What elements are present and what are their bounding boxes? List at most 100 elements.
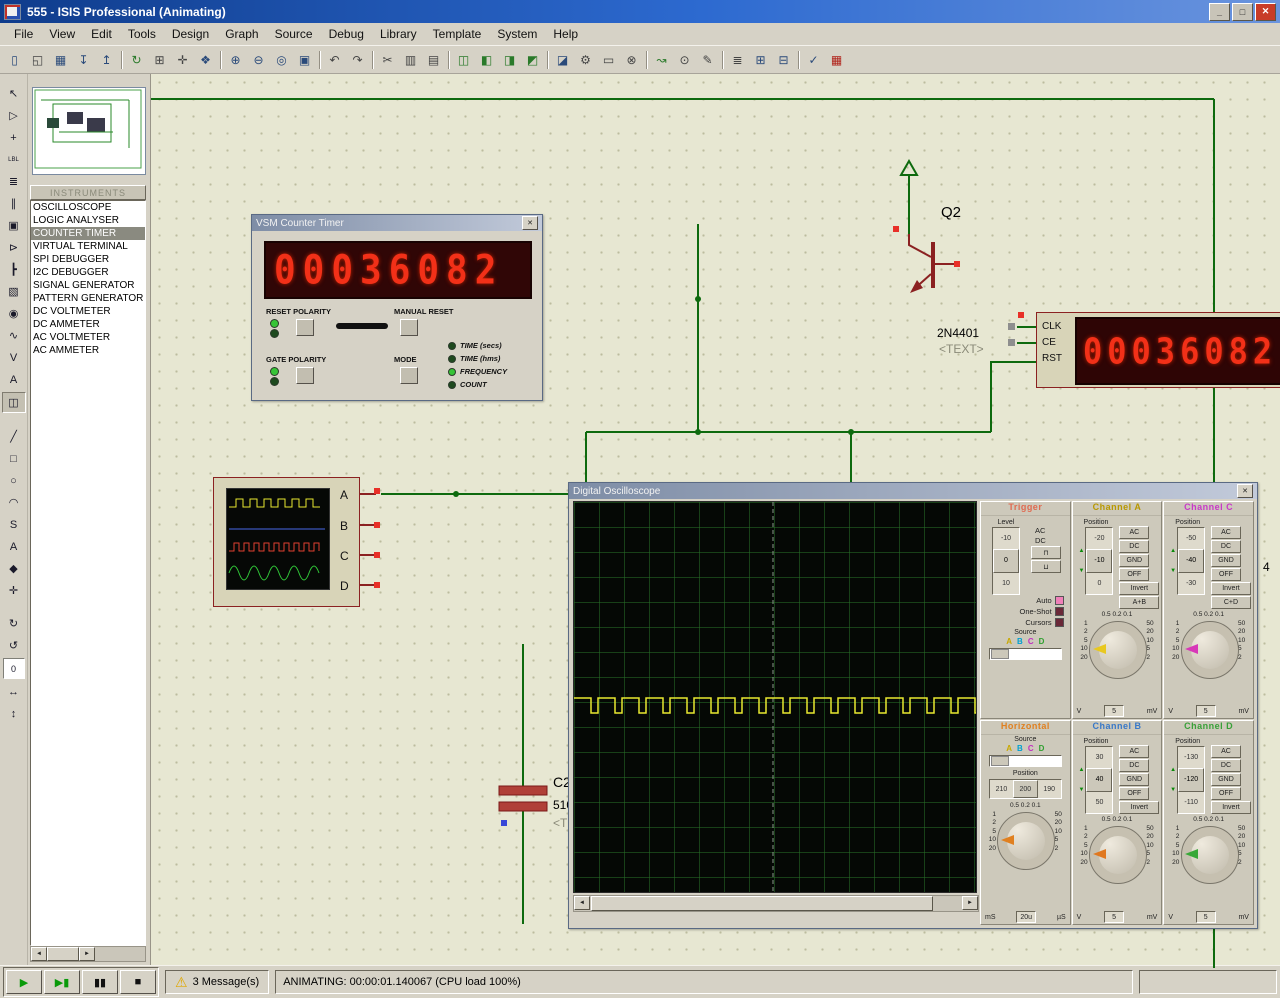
text-tool-icon[interactable]: A bbox=[3, 537, 25, 556]
junction-dot-mode-icon[interactable]: + bbox=[3, 128, 25, 147]
instrument-dc-ammeter[interactable]: DC AMMETER bbox=[31, 318, 145, 331]
channel-b-invert-button[interactable]: Invert bbox=[1119, 801, 1159, 814]
instrument-ac-voltmeter[interactable]: AC VOLTMETER bbox=[31, 331, 145, 344]
reset-polarity-button[interactable] bbox=[296, 319, 314, 336]
position-up-icon[interactable]: ▲ bbox=[1079, 767, 1085, 773]
menu-system[interactable]: System bbox=[489, 25, 545, 43]
rotate-clockwise-icon[interactable]: ↻ bbox=[3, 614, 25, 633]
arc-tool-icon[interactable]: ◠ bbox=[3, 493, 25, 512]
mode-time-hms[interactable]: TIME (hms) bbox=[448, 354, 500, 363]
message-indicator[interactable]: ⚠ 3 Message(s) bbox=[165, 970, 269, 994]
channel-d-off-button[interactable]: OFF bbox=[1211, 787, 1241, 800]
zoom-area-icon[interactable]: ▣ bbox=[293, 48, 316, 71]
instrument-ac-ammeter[interactable]: AC AMMETER bbox=[31, 344, 145, 357]
channel-b-gnd-button[interactable]: GND bbox=[1119, 773, 1149, 786]
circle-tool-icon[interactable]: ○ bbox=[3, 471, 25, 490]
design-explorer-icon[interactable]: ≣ bbox=[726, 48, 749, 71]
zoom-all-icon[interactable]: ◎ bbox=[270, 48, 293, 71]
trigger-source-slider[interactable] bbox=[989, 648, 1062, 660]
channel-c-gain-knob[interactable] bbox=[1181, 621, 1239, 679]
edge-falling-button[interactable]: ⊔ bbox=[1031, 560, 1061, 573]
zoom-in-icon[interactable]: ⊕ bbox=[224, 48, 247, 71]
mirror-horizontal-icon[interactable]: ↔ bbox=[3, 682, 25, 701]
block-move-icon[interactable]: ◧ bbox=[475, 48, 498, 71]
counter-display-component[interactable]: CLK CE RST 00036082 bbox=[1036, 312, 1280, 388]
paste-icon[interactable]: ▤ bbox=[422, 48, 445, 71]
save-file-icon[interactable]: ▦ bbox=[49, 48, 72, 71]
channel-d-invert-button[interactable]: Invert bbox=[1211, 801, 1251, 814]
channel-d-ac-button[interactable]: AC bbox=[1211, 745, 1241, 758]
copy-icon[interactable]: ▥ bbox=[399, 48, 422, 71]
electrical-check-icon[interactable]: ✓ bbox=[802, 48, 825, 71]
play-button[interactable]: ▶ bbox=[6, 970, 42, 994]
slider-thumb[interactable] bbox=[991, 649, 1009, 659]
transistor-value-label[interactable]: 2N4401 bbox=[937, 326, 979, 340]
graph-mode-icon[interactable]: ▧ bbox=[3, 282, 25, 301]
scroll-thumb[interactable] bbox=[591, 896, 933, 911]
minimize-button[interactable]: _ bbox=[1209, 3, 1230, 21]
oscilloscope-titlebar[interactable]: Digital Oscilloscope ✕ bbox=[569, 483, 1257, 499]
horizontal-source-slider[interactable] bbox=[989, 755, 1062, 767]
pan-icon[interactable]: ❖ bbox=[194, 48, 217, 71]
position-up-icon[interactable]: ▲ bbox=[1079, 548, 1085, 554]
manual-reset-button[interactable] bbox=[400, 319, 418, 336]
wire-autorouter-icon[interactable]: ↝ bbox=[650, 48, 673, 71]
channel-a-ac-button[interactable]: AC bbox=[1119, 526, 1149, 539]
channel-b-off-button[interactable]: OFF bbox=[1119, 787, 1149, 800]
instrument-pattern-generator[interactable]: PATTERN GENERATOR bbox=[31, 292, 145, 305]
one-shot-button[interactable]: One-Shot bbox=[981, 606, 1070, 617]
pick-device-icon[interactable]: ◪ bbox=[551, 48, 574, 71]
property-assignment-icon[interactable]: ✎ bbox=[696, 48, 719, 71]
mode-count[interactable]: COUNT bbox=[448, 380, 487, 389]
menu-tools[interactable]: Tools bbox=[120, 25, 164, 43]
virtual-instrument-mode-icon[interactable]: ◫ bbox=[2, 392, 26, 413]
scope-scrollbar[interactable]: ◄ ► bbox=[573, 895, 979, 912]
counter-timer-titlebar[interactable]: VSM Counter Timer ✕ bbox=[252, 215, 542, 231]
packaging-tool-icon[interactable]: ▭ bbox=[597, 48, 620, 71]
channel-b-position-slider[interactable]: 30 40 50 bbox=[1085, 746, 1113, 814]
mode-time-secs[interactable]: TIME (secs) bbox=[448, 341, 502, 350]
block-delete-icon[interactable]: ◩ bbox=[521, 48, 544, 71]
current-probe-mode-icon[interactable]: A bbox=[3, 370, 25, 389]
instrument-virtual-terminal[interactable]: VIRTUAL TERMINAL bbox=[31, 240, 145, 253]
text-script-mode-icon[interactable]: ≣ bbox=[3, 172, 25, 191]
make-device-icon[interactable]: ⚙ bbox=[574, 48, 597, 71]
block-copy-icon[interactable]: ◫ bbox=[452, 48, 475, 71]
search-tag-icon[interactable]: ⊙ bbox=[673, 48, 696, 71]
open-file-icon[interactable]: ◱ bbox=[26, 48, 49, 71]
channel-c-off-button[interactable]: OFF bbox=[1211, 568, 1241, 581]
scroll-right-icon[interactable]: ► bbox=[962, 896, 978, 910]
channel-b-gain-knob[interactable] bbox=[1089, 826, 1147, 884]
schematic-canvas[interactable]: Q2 2N4401 <TEXT> C2 510 <TE 4 A B bbox=[151, 74, 1280, 968]
generator-mode-icon[interactable]: ∿ bbox=[3, 326, 25, 345]
selection-mode-icon[interactable]: ↖ bbox=[3, 84, 25, 103]
netlist-to-ares-icon[interactable]: ▦ bbox=[825, 48, 848, 71]
import-section-icon[interactable]: ↧ bbox=[72, 48, 95, 71]
overview-window[interactable] bbox=[32, 87, 146, 175]
auto-button[interactable]: Auto bbox=[981, 595, 1070, 606]
trigger-level-slider[interactable]: -10 0 10 bbox=[992, 527, 1020, 595]
instrument-i2c-debugger[interactable]: I2C DEBUGGER bbox=[31, 266, 145, 279]
channel-d-gain-knob[interactable] bbox=[1181, 826, 1239, 884]
slider-thumb[interactable] bbox=[991, 756, 1009, 766]
channel-c-sum-button[interactable]: C+D bbox=[1211, 596, 1251, 609]
maximize-button[interactable]: □ bbox=[1232, 3, 1253, 21]
channel-c-position-slider[interactable]: -50 -40 -30 bbox=[1177, 527, 1205, 595]
horizontal-position-slider[interactable]: 210 200 190 bbox=[989, 779, 1062, 799]
channel-d-position-slider[interactable]: -130 -120 -110 bbox=[1177, 746, 1205, 814]
new-file-icon[interactable]: ▯ bbox=[3, 48, 26, 71]
redo-icon[interactable]: ↷ bbox=[346, 48, 369, 71]
channel-a-off-button[interactable]: OFF bbox=[1119, 568, 1149, 581]
channel-b-dc-button[interactable]: DC bbox=[1119, 759, 1149, 772]
menu-source[interactable]: Source bbox=[267, 25, 321, 43]
titlebar[interactable]: 555 - ISIS Professional (Animating) _ □ … bbox=[0, 0, 1280, 23]
edge-rising-button[interactable]: ⊓ bbox=[1031, 546, 1061, 559]
menu-file[interactable]: File bbox=[6, 25, 41, 43]
menu-library[interactable]: Library bbox=[372, 25, 425, 43]
transistor-ref-label[interactable]: Q2 bbox=[941, 204, 961, 221]
undo-icon[interactable]: ↶ bbox=[323, 48, 346, 71]
menu-graph[interactable]: Graph bbox=[217, 25, 266, 43]
instrument-signal-generator[interactable]: SIGNAL GENERATOR bbox=[31, 279, 145, 292]
panel-scrollbar[interactable]: ◄ ► bbox=[30, 946, 146, 962]
redraw-icon[interactable]: ↻ bbox=[125, 48, 148, 71]
